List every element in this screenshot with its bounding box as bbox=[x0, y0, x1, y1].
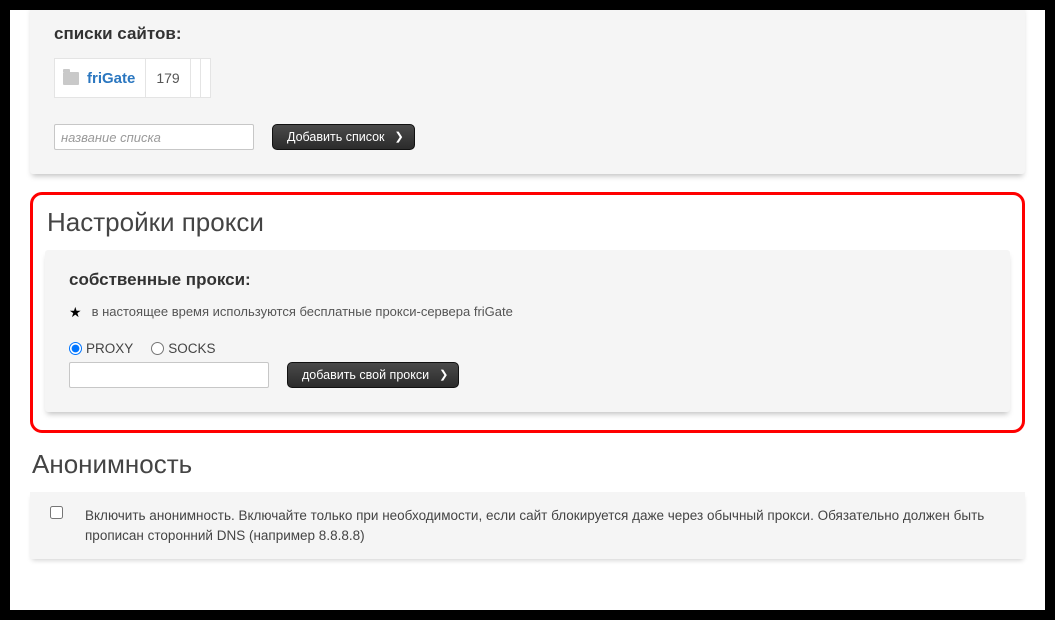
anonymity-text: Включить анонимность. Включайте только п… bbox=[85, 506, 1005, 545]
site-list-spacer bbox=[190, 59, 200, 97]
add-proxy-button[interactable]: добавить свой прокси ❯ bbox=[287, 362, 459, 388]
proxy-input[interactable] bbox=[69, 362, 269, 388]
site-list-spacer bbox=[200, 59, 210, 97]
anonymity-section-title: Анонимность bbox=[32, 449, 1025, 480]
star-icon: ★ bbox=[69, 305, 82, 319]
add-list-row: Добавить список ❯ bbox=[54, 124, 1001, 150]
radio-proxy-label: PROXY bbox=[86, 341, 133, 356]
site-list-count: 179 bbox=[145, 59, 189, 97]
chevron-right-icon: ❯ bbox=[439, 370, 448, 381]
radio-proxy[interactable]: PROXY bbox=[69, 341, 133, 356]
radio-socks[interactable]: SOCKS bbox=[151, 341, 215, 356]
proxy-section-highlight: Настройки прокси собственные прокси: ★ в… bbox=[30, 192, 1025, 433]
chevron-right-icon: ❯ bbox=[395, 132, 404, 143]
folder-icon bbox=[63, 72, 79, 85]
proxy-panel: собственные прокси: ★ в настоящее время … bbox=[45, 250, 1010, 412]
site-lists-title: списки сайтов: bbox=[54, 24, 1001, 44]
add-proxy-row: добавить свой прокси ❯ bbox=[69, 362, 986, 388]
proxy-note-text: в настоящее время используются бесплатны… bbox=[92, 304, 513, 319]
add-list-button-label: Добавить список bbox=[287, 130, 385, 144]
proxy-note: ★ в настоящее время используются бесплат… bbox=[69, 304, 986, 319]
site-list-name[interactable]: friGate bbox=[87, 70, 135, 87]
anonymity-checkbox[interactable] bbox=[50, 506, 63, 519]
proxy-section-title: Настройки прокси bbox=[47, 207, 1010, 238]
anonymity-panel: Включить анонимность. Включайте только п… bbox=[30, 492, 1025, 559]
radio-socks-input[interactable] bbox=[151, 342, 164, 355]
site-lists-panel: списки сайтов: friGate 179 Добавить спис… bbox=[30, 10, 1025, 174]
radio-socks-label: SOCKS bbox=[168, 341, 215, 356]
proxy-type-row: PROXY SOCKS bbox=[69, 341, 986, 356]
add-proxy-button-label: добавить свой прокси bbox=[302, 368, 429, 382]
page: списки сайтов: friGate 179 Добавить спис… bbox=[10, 10, 1045, 610]
site-list-item[interactable]: friGate 179 bbox=[54, 58, 211, 98]
own-proxy-title: собственные прокси: bbox=[69, 270, 986, 290]
new-list-input[interactable] bbox=[54, 124, 254, 150]
site-lists-row: friGate 179 bbox=[54, 58, 1001, 98]
radio-proxy-input[interactable] bbox=[69, 342, 82, 355]
site-list-main[interactable]: friGate bbox=[55, 70, 145, 87]
add-list-button[interactable]: Добавить список ❯ bbox=[272, 124, 415, 150]
